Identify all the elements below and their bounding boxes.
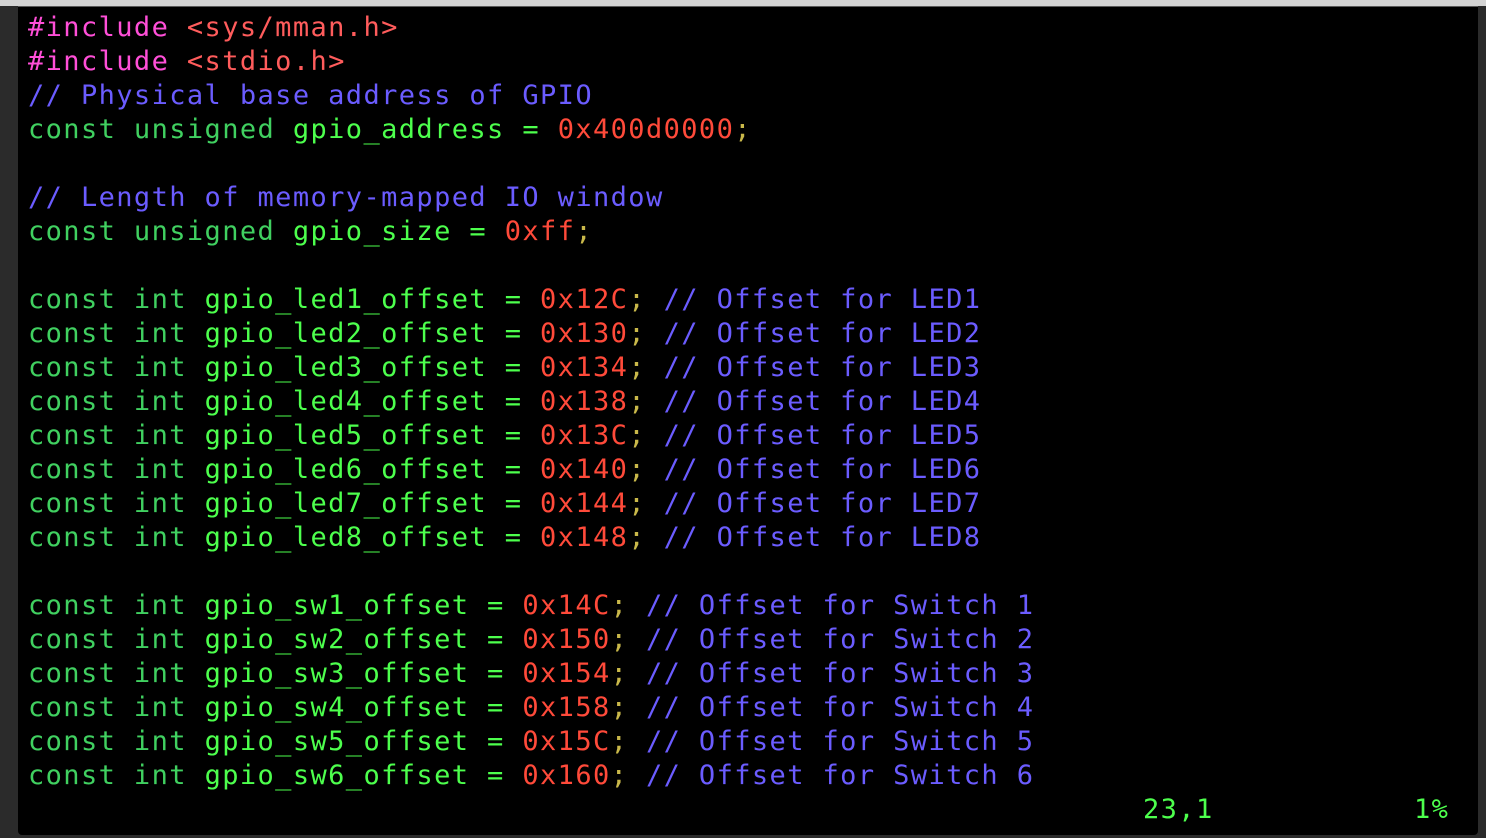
type-keyword: const int (28, 284, 187, 315)
numeric-literal: 0x13C (540, 420, 629, 451)
code-line[interactable]: const int gpio_sw5_offset = 0x15C; // Of… (28, 725, 1468, 759)
inline-comment: // Offset for LED6 (663, 454, 982, 485)
numeric-literal: 0x14C (522, 590, 611, 621)
numeric-literal: 0x150 (522, 624, 611, 655)
numeric-literal: 0x138 (540, 386, 629, 417)
type-keyword: const int (28, 726, 187, 757)
code-line[interactable]: const int gpio_led5_offset = 0x13C; // O… (28, 419, 1468, 453)
code-line[interactable]: const int gpio_led7_offset = 0x144; // O… (28, 487, 1468, 521)
numeric-literal: 0x400d0000 (557, 114, 735, 145)
code-line[interactable]: const int gpio_sw1_offset = 0x14C; // Of… (28, 589, 1468, 623)
inline-comment: // Offset for Switch 1 (645, 590, 1035, 621)
include-target: <sys/mman.h> (186, 12, 399, 43)
numeric-literal: 0x15C (522, 726, 611, 757)
inline-comment: // Offset for Switch 3 (645, 658, 1035, 689)
code-line[interactable]: #include <sys/mman.h> (28, 11, 1468, 45)
scroll-percent: 1% (1414, 794, 1450, 825)
code-line[interactable]: const int gpio_sw6_offset = 0x160; // Of… (28, 759, 1468, 793)
type-keyword: const int (28, 692, 187, 723)
code-line[interactable]: const int gpio_sw4_offset = 0x158; // Of… (28, 691, 1468, 725)
cursor-position: 23,1 (1143, 794, 1214, 825)
variable-name: gpio_led3_offset (204, 352, 488, 383)
inline-comment: // Offset for LED1 (663, 284, 982, 315)
code-line[interactable]: const int gpio_led3_offset = 0x134; // O… (28, 351, 1468, 385)
numeric-literal: 0x148 (540, 522, 629, 553)
type-keyword: const int (28, 760, 187, 791)
code-line[interactable]: const int gpio_led1_offset = 0x12C; // O… (28, 283, 1468, 317)
code-line[interactable]: const unsigned gpio_size = 0xff; (28, 215, 1468, 249)
type-keyword: const unsigned (28, 114, 276, 145)
variable-name: gpio_sw2_offset (204, 624, 470, 655)
inline-comment: // Offset for LED2 (663, 318, 982, 349)
variable-name: gpio_sw1_offset (204, 590, 470, 621)
code-line[interactable]: const int gpio_led6_offset = 0x140; // O… (28, 453, 1468, 487)
code-line[interactable] (28, 249, 1468, 283)
type-keyword: const int (28, 454, 187, 485)
inline-comment: // Offset for LED8 (663, 522, 982, 553)
code-line[interactable]: const int gpio_sw3_offset = 0x154; // Of… (28, 657, 1468, 691)
variable-name: gpio_sw5_offset (204, 726, 470, 757)
numeric-literal: 0x130 (540, 318, 629, 349)
variable-name: gpio_led7_offset (204, 488, 488, 519)
code-line[interactable] (28, 555, 1468, 589)
type-keyword: const unsigned (28, 216, 276, 247)
inline-comment: // Offset for LED4 (663, 386, 982, 417)
numeric-literal: 0x144 (540, 488, 629, 519)
variable-name: gpio_led5_offset (204, 420, 488, 451)
code-line[interactable]: // Physical base address of GPIO (28, 79, 1468, 113)
inline-comment: // Offset for LED7 (663, 488, 982, 519)
code-line[interactable]: const int gpio_led2_offset = 0x130; // O… (28, 317, 1468, 351)
code-line[interactable] (28, 147, 1468, 181)
preprocessor-directive: #include (28, 12, 170, 43)
variable-name: gpio_sw6_offset (204, 760, 470, 791)
type-keyword: const int (28, 386, 187, 417)
type-keyword: const int (28, 318, 187, 349)
variable-name: gpio_led6_offset (204, 454, 488, 485)
numeric-literal: 0x158 (522, 692, 611, 723)
inline-comment: // Offset for Switch 4 (645, 692, 1035, 723)
variable-name: gpio_led2_offset (204, 318, 488, 349)
inline-comment: // Offset for Switch 6 (645, 760, 1035, 791)
code-comment: // Physical base address of GPIO (28, 80, 593, 111)
numeric-literal: 0x160 (522, 760, 611, 791)
code-line[interactable]: const int gpio_led8_offset = 0x148; // O… (28, 521, 1468, 555)
variable-name: gpio_sw3_offset (204, 658, 470, 689)
numeric-literal: 0xff (504, 216, 576, 247)
inline-comment: // Offset for Switch 5 (645, 726, 1035, 757)
variable-name: gpio_led1_offset (204, 284, 488, 315)
terminal-window[interactable]: #include <sys/mman.h> #include <stdio.h> /… (18, 6, 1478, 835)
preprocessor-directive: #include (28, 46, 170, 77)
inline-comment: // Offset for LED3 (663, 352, 982, 383)
type-keyword: const int (28, 590, 187, 621)
inline-comment: // Offset for LED5 (663, 420, 982, 451)
inline-comment: // Offset for Switch 2 (645, 624, 1035, 655)
code-line[interactable]: const int gpio_led4_offset = 0x138; // O… (28, 385, 1468, 419)
code-line[interactable]: #include <stdio.h> (28, 45, 1468, 79)
type-keyword: const int (28, 420, 187, 451)
vim-editor-buffer[interactable]: #include <sys/mman.h> #include <stdio.h> /… (28, 11, 1468, 793)
code-line[interactable]: // Length of memory-mapped IO window (28, 181, 1468, 215)
variable-name: gpio_led4_offset (204, 386, 488, 417)
variable-name: gpio_sw4_offset (204, 692, 470, 723)
numeric-literal: 0x154 (522, 658, 611, 689)
code-line[interactable]: const unsigned gpio_address = 0x400d0000… (28, 113, 1468, 147)
include-target: <stdio.h> (186, 46, 346, 77)
code-comment: // Length of memory-mapped IO window (28, 182, 664, 213)
type-keyword: const int (28, 624, 187, 655)
type-keyword: const int (28, 352, 187, 383)
variable-name: gpio_size (292, 216, 452, 247)
numeric-literal: 0x12C (540, 284, 629, 315)
window-edge (1478, 6, 1486, 838)
variable-name: gpio_address (292, 114, 505, 145)
type-keyword: const int (28, 488, 187, 519)
variable-name: gpio_led8_offset (204, 522, 488, 553)
numeric-literal: 0x140 (540, 454, 629, 485)
code-line[interactable]: const int gpio_sw2_offset = 0x150; // Of… (28, 623, 1468, 657)
numeric-literal: 0x134 (540, 352, 629, 383)
type-keyword: const int (28, 522, 187, 553)
type-keyword: const int (28, 658, 187, 689)
